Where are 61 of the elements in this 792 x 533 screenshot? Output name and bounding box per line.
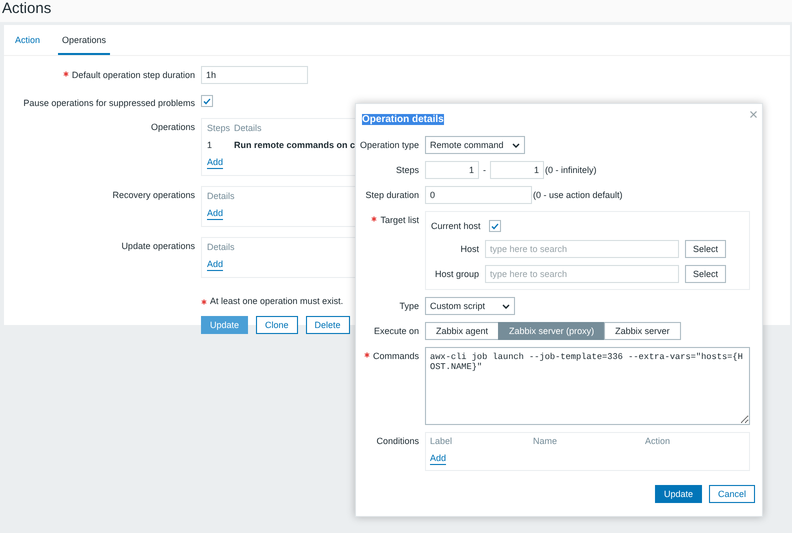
- field-label: Recovery operations: [112, 190, 195, 200]
- input-field[interactable]: 1h: [201, 66, 308, 84]
- tab[interactable]: Action: [11, 25, 44, 55]
- input-field[interactable]: type here to search: [485, 240, 679, 258]
- field-label: Steps: [396, 165, 419, 175]
- field-label: Step duration: [365, 190, 419, 200]
- close-icon[interactable]: [750, 111, 757, 118]
- add-link[interactable]: Add: [430, 453, 446, 465]
- check-icon: [490, 222, 499, 230]
- add-link[interactable]: Add: [207, 157, 224, 169]
- secondary-button[interactable]: Delete: [306, 316, 350, 334]
- field-label: Default operation step duration: [72, 70, 195, 80]
- field-label: Commands: [372, 351, 419, 361]
- table-cell: 1: [207, 140, 212, 151]
- add-link[interactable]: Add: [207, 208, 224, 220]
- hint-text: (0 - infinitely): [545, 165, 597, 175]
- select-button[interactable]: Select: [685, 240, 726, 258]
- field-label: Operation type: [360, 140, 419, 150]
- check-icon: [203, 98, 211, 104]
- field-label: Target list: [380, 215, 419, 225]
- field-label: Type: [399, 301, 419, 311]
- checkbox[interactable]: [488, 220, 501, 232]
- radio-option[interactable]: Zabbix server: [604, 322, 681, 340]
- field-label: Pause operations for suppressed problems: [23, 98, 195, 108]
- dialog-title: Operation details: [362, 114, 444, 125]
- column-header: Name: [533, 436, 558, 447]
- field-label: Execute on: [374, 326, 419, 336]
- chevron-down-icon: [512, 142, 520, 148]
- secondary-button[interactable]: Clone: [256, 316, 298, 334]
- column-header: Details: [207, 242, 235, 253]
- column-header: Label: [430, 436, 452, 447]
- input-field[interactable]: 0: [425, 186, 532, 204]
- radio-option[interactable]: Zabbix agent: [425, 322, 500, 340]
- secondary-button[interactable]: Cancel: [708, 485, 755, 503]
- column-header: Details: [234, 123, 262, 134]
- input-field[interactable]: type here to search: [485, 265, 679, 283]
- hint-text: (0 - use action default): [533, 190, 623, 200]
- add-link[interactable]: Add: [207, 259, 224, 271]
- column-header: Action: [645, 436, 670, 447]
- field-label: Current host: [431, 221, 481, 231]
- input-field[interactable]: 1: [425, 161, 479, 179]
- field-label: Operations: [150, 122, 195, 132]
- chevron-down-icon: [502, 304, 510, 308]
- dropdown[interactable]: Custom script: [425, 297, 515, 315]
- select-button[interactable]: Select: [685, 265, 726, 283]
- form-note: At least one operation must exist.: [210, 296, 344, 306]
- range-separator: -: [483, 165, 486, 175]
- field-label: Host: [459, 244, 479, 254]
- page-title: Actions: [1, 0, 52, 18]
- dropdown[interactable]: Remote command: [425, 136, 525, 154]
- command-field[interactable]: awx-cli job launch --job-template=336 --extra-vars="hosts={HOST.NAME}": [425, 347, 750, 425]
- field-label: Conditions: [376, 436, 419, 446]
- update-button[interactable]: Update: [654, 485, 702, 503]
- column-header: Details: [207, 191, 235, 202]
- field-label: Update operations: [121, 241, 195, 251]
- table-cell: Run remote commands on c: [234, 140, 356, 151]
- checkbox[interactable]: [201, 95, 213, 107]
- tab[interactable]: Operations: [58, 25, 110, 55]
- input-field[interactable]: 1: [490, 161, 544, 179]
- field-label: Host group: [434, 269, 479, 279]
- column-header: Steps: [207, 123, 230, 134]
